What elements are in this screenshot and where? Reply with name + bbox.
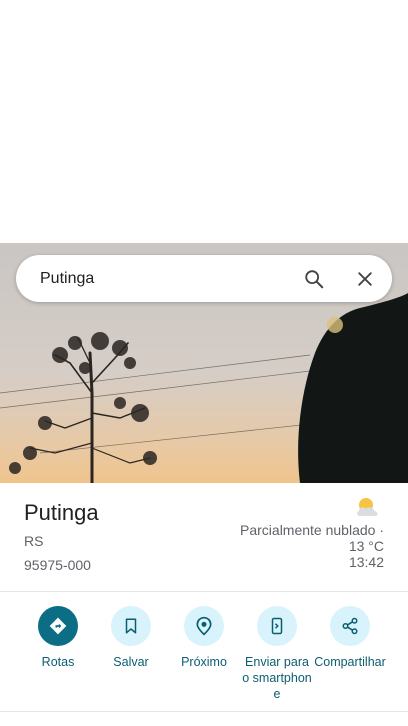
search-bar[interactable]: Putinga — [16, 255, 392, 302]
send-to-phone-label: Enviar para o smartphone — [242, 655, 312, 701]
place-postal-code: 95975-000 — [24, 557, 91, 573]
divider — [0, 591, 408, 592]
place-title: Putinga — [24, 500, 99, 525]
search-input[interactable]: Putinga — [40, 255, 94, 302]
share-label: Compartilhar — [314, 655, 386, 669]
directions-label: Rotas — [41, 655, 75, 669]
divider — [0, 711, 408, 712]
share-button[interactable]: Compartilhar — [313, 606, 387, 670]
nearby-icon — [196, 616, 212, 636]
share-icon — [342, 617, 358, 635]
close-icon — [358, 272, 372, 286]
directions-icon — [49, 617, 67, 635]
bookmark-icon — [125, 618, 137, 634]
weather-time: 13:42 — [348, 554, 384, 570]
search-icon — [305, 270, 324, 289]
send-to-phone-icon — [271, 617, 283, 635]
search-button[interactable] — [296, 261, 332, 297]
weather-temperature: 13 °C — [348, 538, 384, 554]
save-label: Salvar — [113, 655, 149, 669]
weather-summary: Parcialmente nublado · 13 °C 13:42 — [224, 522, 384, 570]
nearby-button[interactable]: Próximo — [167, 606, 241, 670]
place-region: RS — [24, 533, 44, 549]
clear-search-button[interactable] — [347, 261, 383, 297]
partly-cloudy-icon — [357, 498, 378, 516]
weather-condition: Parcialmente nublado · — [240, 522, 384, 538]
directions-button[interactable]: Rotas — [21, 606, 95, 670]
send-to-phone-button[interactable]: Enviar para o smartphone — [240, 606, 314, 702]
save-button[interactable]: Salvar — [94, 606, 168, 670]
nearby-label: Próximo — [181, 655, 227, 669]
